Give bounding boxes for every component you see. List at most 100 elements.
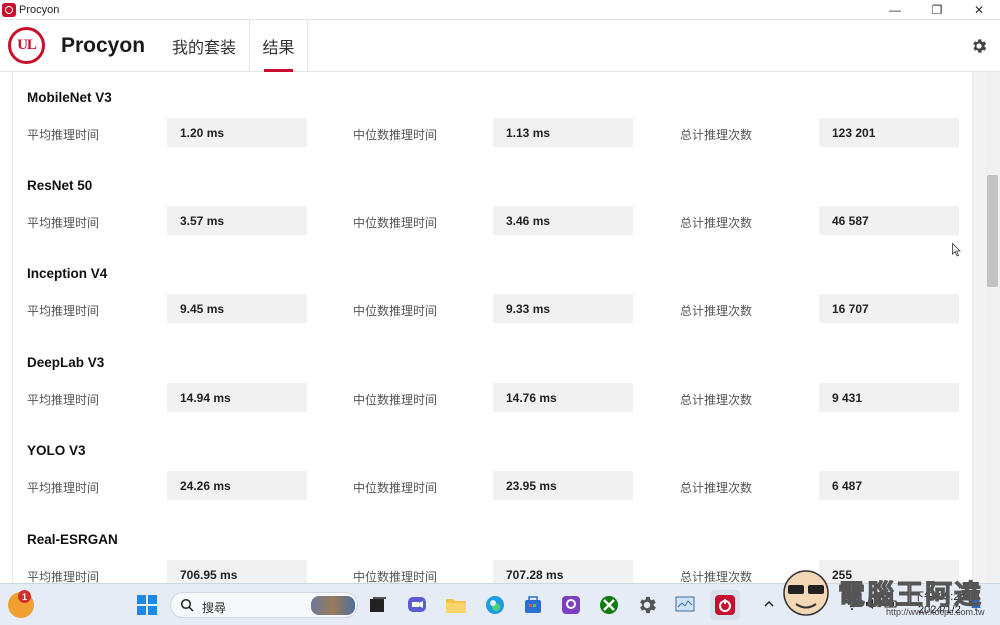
avg-inference-time-label: 平均推理时间 <box>27 570 100 583</box>
settings-icon[interactable] <box>636 594 658 616</box>
total-inferences-value: 46 587 <box>832 214 869 228</box>
tab-my-suites[interactable]: 我的套装 <box>160 20 248 72</box>
close-button[interactable]: ✕ <box>958 0 1000 20</box>
total-inferences-label: 总计推理次数 <box>680 304 753 318</box>
metric-value-box: 9.33 ms <box>493 294 633 323</box>
edge-icon[interactable] <box>484 594 506 616</box>
tab-my-suites-label: 我的套装 <box>171 40 236 57</box>
chevron-up-icon[interactable] <box>762 597 776 611</box>
total-inferences-label: 总计推理次数 <box>680 128 753 142</box>
avg-inference-time-value: 9.45 ms <box>180 302 225 316</box>
windows-start-icon[interactable] <box>136 594 158 616</box>
task-view-icon[interactable] <box>367 594 389 616</box>
vertical-scrollbar[interactable] <box>985 72 1000 583</box>
model-name: DeepLab V3 <box>27 355 105 370</box>
model-name: YOLO V3 <box>27 443 86 458</box>
minimize-button[interactable]: — <box>874 0 916 20</box>
metric-value-box: 9.45 ms <box>167 294 307 323</box>
tab-results[interactable]: 结果 <box>249 20 308 72</box>
app-header: UL Procyon 我的套装 结果 <box>0 20 1000 72</box>
avg-inference-time-label: 平均推理时间 <box>27 216 100 230</box>
median-inference-time-label: 中位数推理时间 <box>353 304 438 318</box>
median-inference-time-value: 9.33 ms <box>506 302 551 316</box>
model-name: Inception V4 <box>27 266 108 281</box>
metric-value-box: 14.76 ms <box>493 383 633 412</box>
total-inferences-label: 总计推理次数 <box>680 393 753 407</box>
tab-results-label: 结果 <box>262 40 295 57</box>
metric-value-box: 6 487 <box>819 471 959 500</box>
ul-logo: UL <box>8 27 45 64</box>
metric-value-box: 3.46 ms <box>493 206 633 235</box>
result-section: YOLO V3 平均推理时间 24.26 ms 中位数推理时间 23.95 ms 总计推理… <box>13 443 972 531</box>
model-name: ResNet 50 <box>27 178 93 193</box>
ul-logo-text: UL <box>17 37 37 53</box>
total-inferences-label: 总计推理次数 <box>680 481 753 495</box>
results-panel: MobileNet V3 平均推理时间 1.20 ms 中位数推理时间 1.13 ms 总… <box>12 72 973 583</box>
avg-inference-time-value: 24.26 ms <box>180 479 231 493</box>
xbox-icon[interactable] <box>598 594 620 616</box>
metric-value-box: 14.94 ms <box>167 383 307 412</box>
median-inference-time-value: 1.13 ms <box>506 126 551 140</box>
store-icon[interactable] <box>522 594 544 616</box>
total-inferences-value: 123 201 <box>832 126 876 140</box>
file-explorer-icon[interactable] <box>445 594 467 616</box>
purple-app-icon[interactable] <box>560 594 582 616</box>
avg-inference-time-value: 706.95 ms <box>180 568 238 582</box>
scrollbar-thumb[interactable] <box>987 175 998 287</box>
metric-value-box: 3.57 ms <box>167 206 307 235</box>
total-inferences-label: 总计推理次数 <box>680 570 753 583</box>
search-icon <box>180 598 194 612</box>
median-inference-time-label: 中位数推理时间 <box>353 481 438 495</box>
median-inference-time-value: 14.76 ms <box>506 391 557 405</box>
model-name: MobileNet V3 <box>27 90 112 105</box>
metric-value-box: 23.95 ms <box>493 471 633 500</box>
zoom-icon[interactable] <box>406 594 428 616</box>
avg-inference-time-label: 平均推理时间 <box>27 393 100 407</box>
model-name: Real-ESRGAN <box>27 532 118 547</box>
total-inferences-value: 9 431 <box>832 391 863 405</box>
procyon-app-icon <box>2 2 16 17</box>
maximize-button[interactable]: ❐ <box>916 0 958 20</box>
median-inference-time-label: 中位数推理时间 <box>353 128 438 142</box>
procyon-icon <box>715 595 735 615</box>
brand-name: Procyon <box>61 34 146 57</box>
metric-value-box: 706.95 ms <box>167 560 307 583</box>
avg-inference-time-label: 平均推理时间 <box>27 304 100 318</box>
metric-value-box: 1.13 ms <box>493 118 633 147</box>
metric-value-box: 123 201 <box>819 118 959 147</box>
gear-icon[interactable] <box>970 37 988 55</box>
title-bar: Procyon — ❐ ✕ <box>0 0 1000 20</box>
metric-value-box: 1.20 ms <box>167 118 307 147</box>
avg-inference-time-label: 平均推理时间 <box>27 481 100 495</box>
total-inferences-value: 6 487 <box>832 479 863 493</box>
median-inference-time-value: 3.46 ms <box>506 214 551 228</box>
median-inference-time-value: 707.28 ms <box>506 568 564 582</box>
window-title: Procyon <box>19 3 60 16</box>
avg-inference-time-value: 3.57 ms <box>180 214 225 228</box>
avg-inference-time-value: 1.20 ms <box>180 126 225 140</box>
median-inference-time-label: 中位数推理时间 <box>353 393 438 407</box>
metric-value-box: 16 707 <box>819 294 959 323</box>
result-section: DeepLab V3 平均推理时间 14.94 ms 中位数推理时间 14.76 ms 总… <box>13 355 972 443</box>
total-inferences-label: 总计推理次数 <box>680 216 753 230</box>
notification-badge: 1 <box>18 590 31 603</box>
search-highlight-image <box>311 596 355 615</box>
result-section: MobileNet V3 平均推理时间 1.20 ms 中位数推理时间 1.13 ms 总… <box>13 90 972 178</box>
avg-inference-time-label: 平均推理时间 <box>27 128 100 142</box>
total-inferences-value: 16 707 <box>832 302 869 316</box>
metric-value-box: 9 431 <box>819 383 959 412</box>
metric-value-box: 46 587 <box>819 206 959 235</box>
metric-value-box: 24.26 ms <box>167 471 307 500</box>
metric-value-box: 707.28 ms <box>493 560 633 583</box>
median-inference-time-label: 中位数推理时间 <box>353 570 438 583</box>
result-section: ResNet 50 平均推理时间 3.57 ms 中位数推理时间 3.46 ms 总计推理… <box>13 178 972 266</box>
search-placeholder: 搜尋 <box>202 601 227 615</box>
median-inference-time-value: 23.95 ms <box>506 479 557 493</box>
result-section: Inception V4 平均推理时间 9.45 ms 中位数推理时间 9.33 ms 总… <box>13 266 972 354</box>
mouse-cursor-icon <box>952 243 961 257</box>
procyon-taskbar-button[interactable] <box>710 590 740 620</box>
watermark-url: http://www.kocpc.com.tw <box>886 607 985 617</box>
taskbar-search-box[interactable]: 搜尋 <box>170 592 358 618</box>
monitor-icon[interactable] <box>674 594 696 616</box>
avg-inference-time-value: 14.94 ms <box>180 391 231 405</box>
